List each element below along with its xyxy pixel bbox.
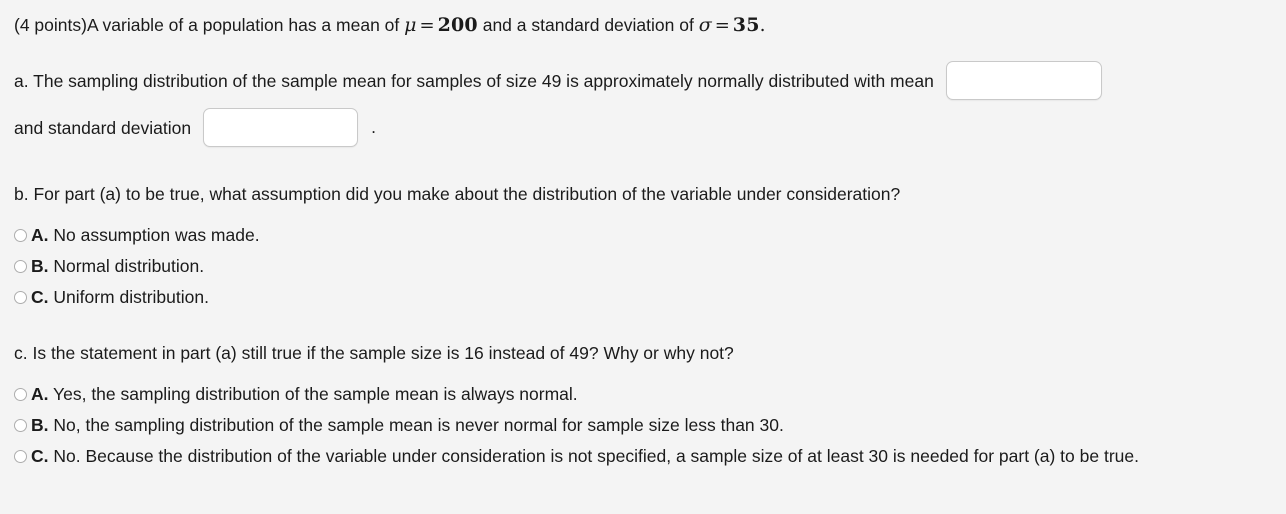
part-b-option-c[interactable]: C. Uniform distribution. (14, 285, 1272, 310)
part-b-option-b[interactable]: B. Normal distribution. (14, 254, 1272, 279)
part-a: a. The sampling distribution of the samp… (14, 61, 1272, 147)
part-c-option-a-text: A. Yes, the sampling distribution of the… (31, 382, 578, 407)
radio-button-icon[interactable] (14, 229, 27, 242)
question-intro: (4 points)A variable of a population has… (14, 12, 1272, 39)
option-letter: B. (31, 415, 49, 435)
mu-value: 200 (437, 14, 478, 36)
part-a-prompt: a. The sampling distribution of the samp… (14, 70, 934, 91)
option-letter: A. (31, 384, 49, 404)
part-b-option-b-text: B. Normal distribution. (31, 254, 204, 279)
option-body: Normal distribution. (48, 256, 205, 276)
intro-text-3: . (759, 15, 766, 36)
radio-button-icon[interactable] (14, 260, 27, 273)
part-a-line-2: and standard deviation . (14, 108, 1272, 147)
part-a-sd-label: and standard deviation (14, 117, 192, 138)
option-body: No, the sampling distribution of the sam… (48, 415, 784, 435)
part-c-option-a[interactable]: A. Yes, the sampling distribution of the… (14, 382, 1272, 407)
part-b-option-a-text: A. No assumption was made. (31, 223, 260, 248)
sigma-value: 35 (732, 14, 760, 36)
question-page: (4 points)A variable of a population has… (0, 0, 1286, 514)
option-body: No assumption was made. (48, 225, 260, 245)
part-b-options: A. No assumption was made. B. Normal dis… (14, 223, 1272, 310)
part-b-option-c-text: C. Uniform distribution. (31, 285, 209, 310)
mean-input[interactable] (945, 61, 1102, 100)
option-body: Uniform distribution. (48, 287, 209, 307)
option-letter: A. (31, 225, 49, 245)
part-b-prompt: b. For part (a) to be true, what assumpt… (14, 184, 901, 204)
part-a-trailing-period: . (371, 117, 376, 137)
standard-deviation-input[interactable] (203, 108, 359, 147)
option-letter: B. (31, 256, 49, 276)
radio-button-icon[interactable] (14, 291, 27, 304)
radio-button-icon[interactable] (14, 419, 27, 432)
option-letter: C. (31, 287, 49, 307)
sigma-symbol: σ (698, 14, 712, 36)
part-c-option-c[interactable]: C. No. Because the distribution of the v… (14, 444, 1272, 469)
part-c-options: A. Yes, the sampling distribution of the… (14, 382, 1272, 469)
option-letter: C. (31, 446, 49, 466)
part-c-option-c-text: C. No. Because the distribution of the v… (31, 444, 1139, 469)
option-body: Yes, the sampling distribution of the sa… (48, 384, 578, 404)
intro-text-1: A variable of a population has a mean of (86, 15, 405, 35)
part-b: b. For part (a) to be true, what assumpt… (14, 181, 1272, 310)
equals-sign-mu: = (419, 15, 435, 36)
part-c: c. Is the statement in part (a) still tr… (14, 340, 1272, 469)
part-c-prompt: c. Is the statement in part (a) still tr… (14, 343, 734, 363)
part-a-line-1: a. The sampling distribution of the samp… (14, 61, 1272, 100)
points-label: (4 points) (14, 15, 87, 35)
radio-button-icon[interactable] (14, 450, 27, 463)
equals-sign-sigma: = (714, 15, 730, 36)
mu-symbol: μ (404, 14, 417, 36)
radio-button-icon[interactable] (14, 388, 27, 401)
part-c-option-b-text: B. No, the sampling distribution of the … (31, 413, 784, 438)
option-body: No. Because the distribution of the vari… (48, 446, 1139, 466)
part-b-option-a[interactable]: A. No assumption was made. (14, 223, 1272, 248)
part-c-option-b[interactable]: B. No, the sampling distribution of the … (14, 413, 1272, 438)
intro-text-2: and a standard deviation of (477, 15, 699, 35)
